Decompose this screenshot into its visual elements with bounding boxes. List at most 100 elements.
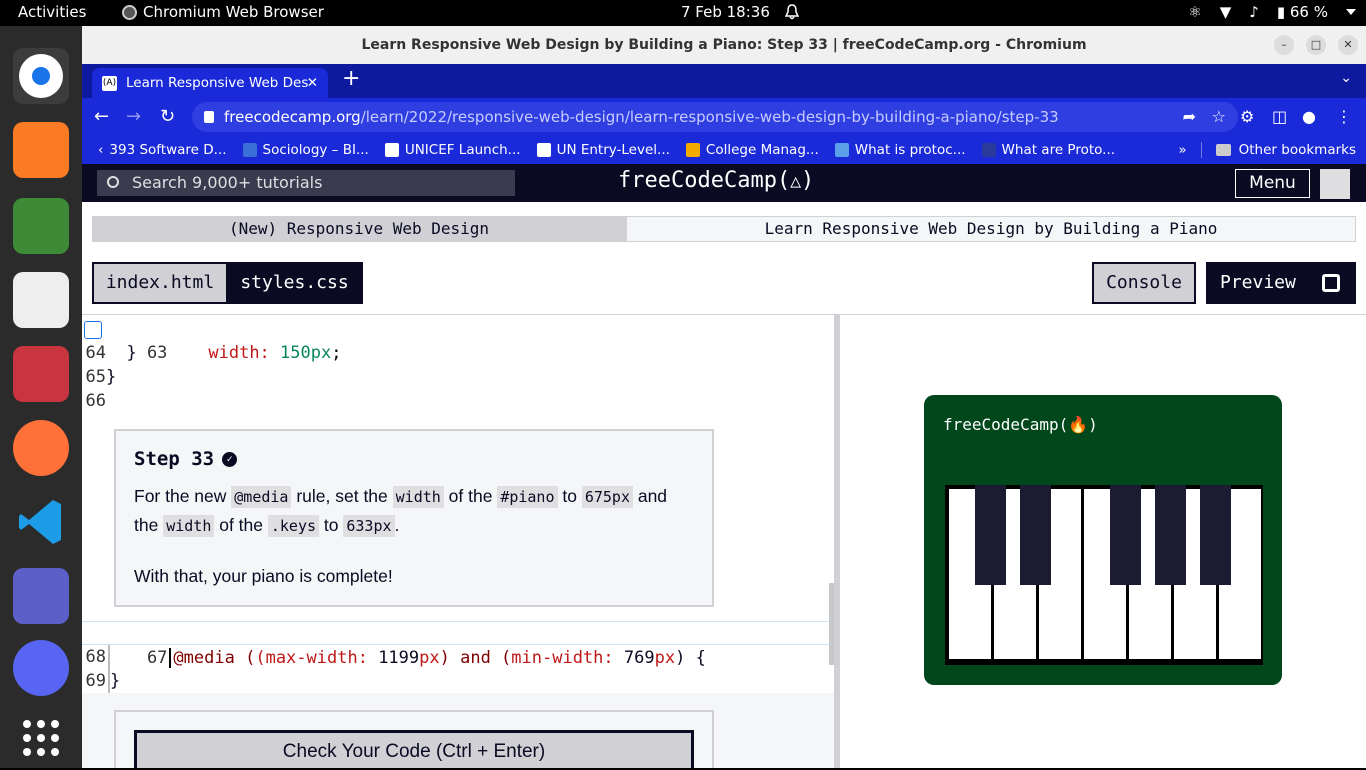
document-viewer-dock-icon[interactable] [13, 272, 69, 328]
bookmark-item[interactable]: What are Proto... [981, 142, 1115, 158]
app-menu[interactable]: Chromium Web Browser [122, 3, 324, 21]
system-tray[interactable]: ⚛ ▼ ♪ ▮ 66 % [1188, 3, 1356, 21]
maximize-button[interactable]: □ [1306, 35, 1326, 55]
breadcrumb-superblock[interactable]: (New) Responsive Web Design [92, 216, 636, 242]
step-title: Step 33 ✓ [134, 448, 694, 470]
search-input[interactable]: Search 9,000+ tutorials [97, 170, 515, 196]
chromium-dock-icon[interactable] [13, 48, 69, 104]
fcc-logo[interactable]: freeCodeCamp(△) [618, 168, 814, 193]
external-window-icon [1322, 274, 1340, 292]
tab-index-html[interactable]: index.html [92, 262, 228, 304]
code-line[interactable]: 66 [82, 389, 106, 413]
battery-icon: ▮ [1276, 3, 1286, 21]
volume-icon[interactable]: ♪ [1249, 3, 1259, 21]
black-key [975, 485, 1006, 585]
bookmark-item[interactable]: College Manag... [685, 142, 819, 158]
tab-search-chevron-icon[interactable]: ⌄ [1340, 70, 1352, 86]
reload-button[interactable]: ↻ [160, 106, 175, 127]
discord-dock-icon[interactable] [13, 640, 69, 696]
bookmark-favicon-icon [384, 143, 399, 157]
bookmark-item[interactable]: UN Entry-Level... [536, 142, 670, 158]
breadcrumb-block[interactable]: Learn Responsive Web Design by Building … [626, 216, 1356, 242]
editor-toolbar: index.html styles.css Console Preview [92, 262, 1356, 304]
chevron-left-icon: ‹ [98, 142, 104, 158]
back-button[interactable]: ← [94, 106, 109, 127]
minimize-button[interactable]: – [1274, 35, 1294, 55]
lightbulb-icon[interactable] [84, 321, 102, 339]
fcc-favicon-icon: (A) [102, 76, 117, 91]
browser-tab[interactable]: (A) Learn Responsive Web Des ✕ [92, 68, 328, 98]
firefox-dock-icon[interactable] [13, 420, 69, 476]
console-button[interactable]: Console [1092, 262, 1196, 304]
bookmark-favicon-icon [242, 143, 257, 157]
accessibility-icon[interactable]: ⚛ [1188, 3, 1201, 21]
text-cursor [169, 648, 172, 668]
check-code-panel: Check Your Code (Ctrl + Enter) [114, 710, 714, 768]
preview-button[interactable]: Preview [1206, 262, 1356, 304]
other-bookmarks-button[interactable]: Other bookmarks [1239, 142, 1356, 158]
menu-button[interactable]: Menu [1235, 169, 1310, 198]
step-completion-text: With that, your piano is complete! [134, 566, 393, 586]
menu-kebab-icon[interactable]: ⋮ [1336, 107, 1352, 126]
bookmark-favicon-icon [834, 143, 849, 157]
code-line[interactable]: 65} [82, 365, 117, 389]
xampp-dock-icon[interactable] [13, 122, 69, 178]
vscode-dock-icon[interactable] [13, 494, 69, 550]
text-editor-dock-icon[interactable] [13, 198, 69, 254]
avatar[interactable] [1320, 169, 1350, 199]
bookmarks-bar: ‹ 393 Software D... Sociology – BI... UNI… [82, 136, 1366, 164]
address-bar[interactable]: freecodecamp.org/learn/2022/responsive-w… [192, 102, 1238, 132]
profile-icon[interactable]: ● [1302, 107, 1316, 126]
app-name: Chromium Web Browser [143, 3, 324, 21]
bookmark-star-icon[interactable]: ☆ [1212, 102, 1226, 132]
window-title: Learn Responsive Web Design by Building … [361, 37, 1087, 53]
teams-dock-icon[interactable] [13, 568, 69, 624]
code-line[interactable]: 64 } [82, 341, 137, 365]
bookmark-favicon-icon [685, 143, 700, 157]
extensions-icon[interactable]: ⚙ [1240, 107, 1254, 126]
fcc-navbar: Search 9,000+ tutorials freeCodeCamp(△) … [82, 164, 1366, 202]
files-dock-icon[interactable] [13, 346, 69, 402]
flame-icon: △ [790, 171, 802, 192]
code-line[interactable]: 69} [82, 669, 120, 693]
code-line[interactable]: 68 [82, 645, 110, 669]
step-instructions: Step 33 ✓ For the new @media rule, set th… [114, 429, 714, 607]
bell-icon[interactable] [785, 4, 799, 20]
battery-indicator[interactable]: ▮ 66 % [1277, 3, 1328, 21]
close-window-button[interactable]: ✕ [1338, 35, 1358, 55]
code-line[interactable]: 63 width: 150px; [82, 317, 342, 363]
bookmark-item[interactable]: What is protoc... [834, 142, 966, 158]
forward-button[interactable]: → [126, 106, 141, 127]
close-tab-icon[interactable]: ✕ [307, 68, 318, 98]
bookmark-favicon-icon [536, 143, 551, 157]
code-editor[interactable]: 63 width: 150px; 64 } 65} 66 Step 33 ✓ Fo… [82, 315, 839, 768]
navigation-bar: ← → ↻ freecodecamp.org/learn/2022/respon… [82, 98, 1366, 136]
window-titlebar[interactable]: Learn Responsive Web Design by Building … [82, 26, 1366, 64]
black-key [1110, 485, 1141, 585]
chevron-down-icon[interactable] [1346, 9, 1356, 15]
preview-pane: freeCodeCamp(🔥) [840, 315, 1366, 768]
chromium-icon [122, 4, 137, 20]
bookmark-item[interactable]: Sociology – BI... [242, 142, 369, 158]
wifi-icon[interactable]: ▼ [1220, 3, 1232, 21]
black-key [1020, 485, 1051, 585]
check-code-button[interactable]: Check Your Code (Ctrl + Enter) [134, 730, 694, 768]
tab-styles-css[interactable]: styles.css [226, 262, 363, 304]
bookmark-item[interactable]: UNICEF Launch... [384, 142, 521, 158]
bookmarks-overflow-button[interactable]: » [1178, 142, 1186, 158]
piano-logo: freeCodeCamp(🔥) [943, 415, 1098, 434]
lock-icon [204, 111, 214, 123]
activities-button[interactable]: Activities [18, 3, 86, 21]
bookmark-item[interactable]: ‹ 393 Software D... [98, 142, 227, 158]
step-description: For the new @media rule, set the width o… [134, 486, 668, 537]
app-grid-icon[interactable] [13, 710, 69, 766]
clock[interactable]: 7 Feb 18:36 [681, 3, 770, 21]
search-icon [107, 176, 119, 188]
browser-window: Learn Responsive Web Design by Building … [82, 26, 1366, 768]
new-tab-button[interactable]: + [342, 66, 360, 91]
share-icon[interactable]: ➦ [1183, 102, 1196, 132]
active-code-line[interactable]: 67 @media ((max-width: 1199px) and (min-w… [82, 621, 830, 668]
side-panel-icon[interactable]: ◫ [1272, 107, 1287, 126]
check-circle-icon: ✓ [222, 451, 238, 467]
bookmark-divider [1200, 142, 1202, 158]
